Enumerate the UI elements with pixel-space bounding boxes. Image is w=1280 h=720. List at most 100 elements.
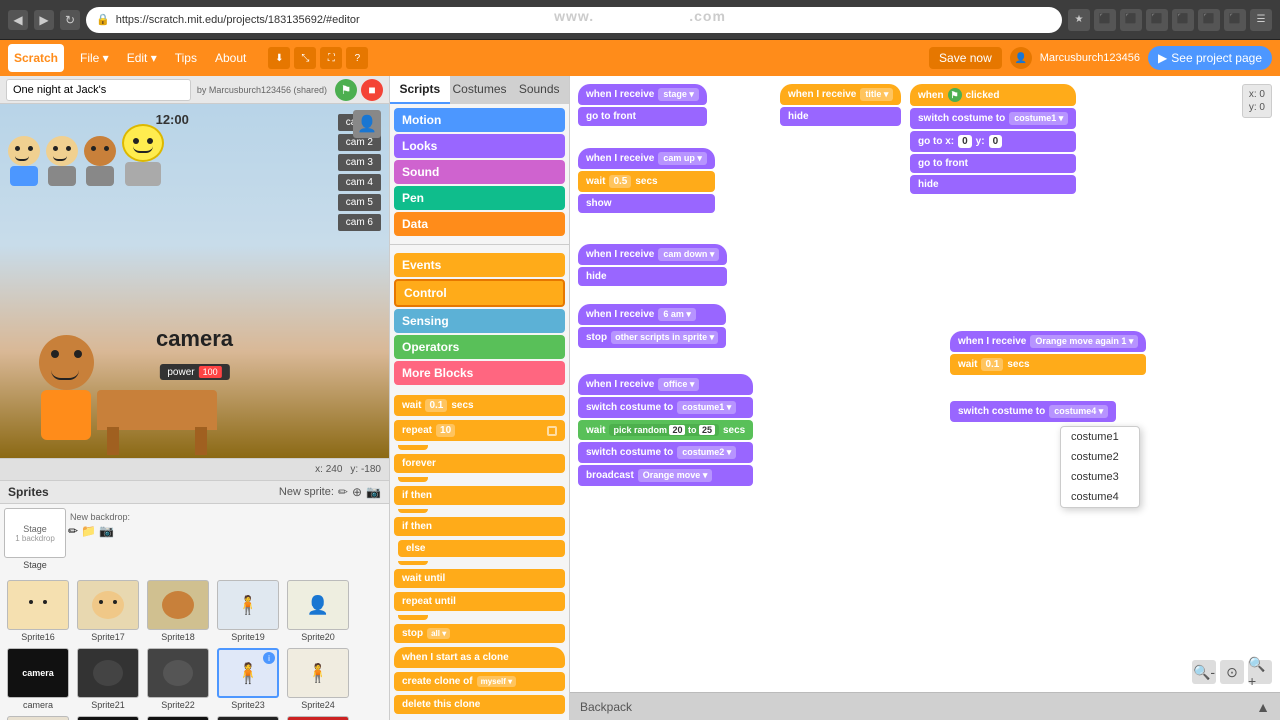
block-go-to-front-flag[interactable]: go to front <box>910 154 1076 173</box>
fullscreen-icon[interactable]: ⛶ <box>320 47 342 69</box>
block-broadcast-orange[interactable]: broadcast Orange move ▾ <box>578 465 753 486</box>
green-flag-button[interactable]: ⚑ <box>335 79 357 101</box>
backdrop-camera-tool[interactable]: 📷 <box>99 524 114 538</box>
list-item[interactable]: 🧍 i Sprite23 <box>214 646 282 712</box>
see-project-button[interactable]: ▶ See project page <box>1148 46 1272 70</box>
list-item[interactable]: 🧍 Sprite19 <box>214 578 282 644</box>
list-item[interactable]: Sprite17 <box>74 578 142 644</box>
list-item[interactable]: Sprite22 <box>144 646 212 712</box>
backdrop-paint-tool[interactable]: ✏ <box>68 524 78 538</box>
block-when-receive-title[interactable]: when I receive title ▾ <box>780 84 901 105</box>
paint-tool[interactable]: ✏ <box>338 485 348 499</box>
list-item[interactable]: 👥 Sprite25 <box>4 714 72 720</box>
zoom-in-button[interactable]: 🔍+ <box>1248 660 1272 684</box>
block-when-green-flag[interactable]: when ⚑ clicked <box>910 84 1076 106</box>
category-sound[interactable]: Sound <box>394 160 565 184</box>
menu-tips[interactable]: Tips <box>167 47 205 69</box>
block-hide-title[interactable]: hide <box>780 107 901 126</box>
block-switch-costume-flag[interactable]: switch costume to costume1 ▾ <box>910 108 1076 129</box>
stamp-tool[interactable]: ⊕ <box>352 485 362 499</box>
zoom-reset-button[interactable]: ⊙ <box>1220 660 1244 684</box>
forward-button[interactable]: ▶ <box>34 10 54 30</box>
block-go-to-front-1[interactable]: go to front <box>578 107 707 126</box>
block-show-cam-up[interactable]: show <box>578 194 715 213</box>
block-wait-cam-up[interactable]: wait 0.5 secs <box>578 171 715 192</box>
list-item[interactable]: cam 1 Sprite26 <box>74 714 142 720</box>
block-wait-until[interactable]: wait until <box>394 569 565 588</box>
ext-btn6[interactable]: ⬛ <box>1224 9 1246 31</box>
category-events[interactable]: Events <box>394 253 565 277</box>
list-item[interactable]: 🧍 Sprite24 <box>284 646 352 712</box>
category-motion[interactable]: Motion <box>394 108 565 132</box>
block-go-to-xy[interactable]: go to x: 0 y: 0 <box>910 131 1076 152</box>
category-looks[interactable]: Looks <box>394 134 565 158</box>
ext-btn2[interactable]: ⬛ <box>1120 9 1142 31</box>
import-icon[interactable]: ⬇ <box>268 47 290 69</box>
bookmark-btn[interactable]: ★ <box>1068 9 1090 31</box>
url-bar[interactable]: 🔒 https://scratch.mit.edu/projects/18313… <box>86 7 1062 33</box>
block-when-receive-stage[interactable]: when I receive stage ▾ <box>578 84 707 105</box>
stage-indicator[interactable]: Stage 1 backdrop Stage <box>4 508 66 570</box>
save-now-button[interactable]: Save now <box>929 47 1002 69</box>
list-item[interactable]: Sprite18 <box>144 578 212 644</box>
block-forever[interactable]: forever <box>394 454 565 473</box>
block-repeat-until[interactable]: repeat until <box>394 592 565 611</box>
project-title-input[interactable] <box>6 79 191 101</box>
list-item[interactable]: Mute call Sprite28 <box>214 714 282 720</box>
costume-option-3[interactable]: costume3 <box>1061 467 1139 487</box>
scripts-area[interactable]: when I receive stage ▾ go to front when … <box>570 76 1280 692</box>
category-sensing[interactable]: Sensing <box>394 309 565 333</box>
block-else[interactable]: else <box>398 540 565 557</box>
ext-btn5[interactable]: ⬛ <box>1198 9 1220 31</box>
block-when-receive-cam-down[interactable]: when I receive cam down ▾ <box>578 244 727 265</box>
costume-option-1[interactable]: costume1 <box>1061 427 1139 447</box>
block-if[interactable]: if then <box>394 486 565 505</box>
block-switch-costume4[interactable]: switch costume to costume4 ▾ <box>950 401 1116 422</box>
block-wait-random[interactable]: wait pick random 20 to 25 secs <box>578 420 753 440</box>
category-data[interactable]: Data <box>394 212 565 236</box>
ext-btn1[interactable]: ⬛ <box>1094 9 1116 31</box>
ext-btn3[interactable]: ⬛ <box>1146 9 1168 31</box>
block-wait[interactable]: wait 0.1 secs <box>394 395 565 416</box>
block-stop[interactable]: stop all ▾ <box>394 624 565 643</box>
block-wait-orange[interactable]: wait 0.1 secs <box>950 354 1146 375</box>
menu-btn[interactable]: ☰ <box>1250 9 1272 31</box>
category-control[interactable]: Control <box>394 279 565 307</box>
block-hide-cam-down[interactable]: hide <box>578 267 727 286</box>
costume-option-2[interactable]: costume2 <box>1061 447 1139 467</box>
costume-option-4[interactable]: costume4 <box>1061 487 1139 507</box>
zoom-out-button[interactable]: 🔍- <box>1192 660 1216 684</box>
menu-about[interactable]: About <box>207 47 254 69</box>
block-switch-costume2[interactable]: switch costume to costume2 ▾ <box>578 442 753 463</box>
backdrop-import-tool[interactable]: 📁 <box>81 524 96 538</box>
block-when-receive-office[interactable]: when I receive office ▾ <box>578 374 753 395</box>
camera-tool[interactable]: 📷 <box>366 485 381 499</box>
block-when-receive-6am[interactable]: when I receive 6 am ▾ <box>578 304 726 325</box>
block-when-clone[interactable]: when I start as a clone <box>394 647 565 668</box>
list-item[interactable]: camera camera <box>4 646 72 712</box>
resize-icon[interactable]: ⤡ <box>294 47 316 69</box>
block-delete-clone[interactable]: delete this clone <box>394 695 565 714</box>
menu-file[interactable]: File ▾ <box>72 47 117 69</box>
reload-button[interactable]: ↻ <box>60 10 80 30</box>
list-item[interactable]: Sprite21 <box>74 646 142 712</box>
back-button[interactable]: ◀ <box>8 10 28 30</box>
list-item[interactable]: 👤 Sprite20 <box>284 578 352 644</box>
list-item[interactable]: Sprite29 <box>284 714 352 720</box>
category-pen[interactable]: Pen <box>394 186 565 210</box>
block-create-clone[interactable]: create clone of myself ▾ <box>394 672 565 691</box>
block-hide-flag[interactable]: hide <box>910 175 1076 194</box>
category-operators[interactable]: Operators <box>394 335 565 359</box>
menu-edit[interactable]: Edit ▾ <box>119 47 165 69</box>
ext-btn4[interactable]: ⬛ <box>1172 9 1194 31</box>
block-switch-costume-office[interactable]: switch costume to costume1 ▾ <box>578 397 753 418</box>
category-more-blocks[interactable]: More Blocks <box>394 361 565 385</box>
tab-costumes[interactable]: Costumes <box>450 76 510 104</box>
block-when-receive-cam-up[interactable]: when I receive cam up ▾ <box>578 148 715 169</box>
block-if-else[interactable]: if then <box>394 517 565 536</box>
block-repeat[interactable]: repeat 10 <box>394 420 565 441</box>
block-when-orange-move[interactable]: when I receive Orange move again 1 ▾ <box>950 331 1146 352</box>
tab-scripts[interactable]: Scripts <box>390 76 450 104</box>
backpack-bar[interactable]: Backpack ▲ <box>570 692 1280 720</box>
list-item[interactable]: cam 2 Sprite27 <box>144 714 212 720</box>
